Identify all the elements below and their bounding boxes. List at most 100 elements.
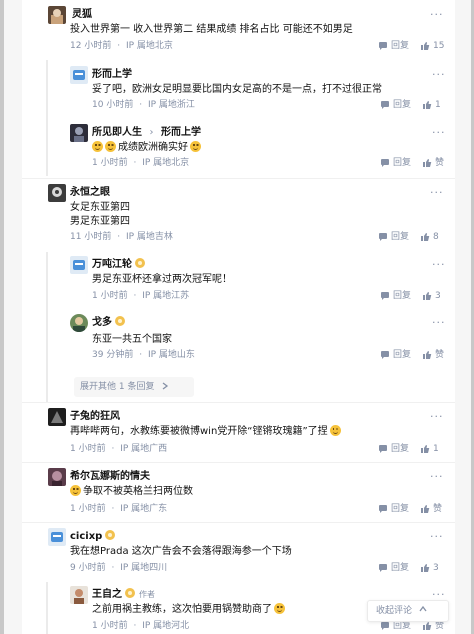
- comment-author-line: 万吨江轮: [92, 258, 145, 272]
- meta-separator: ·: [139, 350, 143, 360]
- more-options-icon[interactable]: ···: [430, 411, 444, 422]
- thumbs-up-icon: [421, 564, 430, 572]
- comment-author[interactable]: 子兔的狂风: [70, 410, 120, 424]
- like-button[interactable]: 15: [420, 40, 444, 52]
- reply-button[interactable]: 回复: [380, 349, 411, 361]
- reply-to-author[interactable]: 形而上学: [161, 127, 201, 138]
- reply-thread: 形而上学 ··· 妥了吧，欧洲女足明显要比国内女足高的不是一点，打不过很正常 1…: [46, 60, 455, 176]
- comment-text-line: 争取不被英格兰扫两位数: [70, 484, 193, 499]
- reply-label: 回复: [393, 350, 412, 360]
- comment-author-line: 所见即人生 › 形而上学: [92, 126, 201, 140]
- like-count: 8: [433, 232, 439, 242]
- comment-text-line: 成绩欧洲确实好: [92, 140, 203, 155]
- more-options-icon[interactable]: ···: [432, 589, 446, 600]
- like-button[interactable]: 1: [420, 443, 439, 455]
- like-button[interactable]: 赞: [422, 157, 444, 169]
- comment-time: 1 小时前: [92, 291, 128, 301]
- comment-author[interactable]: 灵狐: [72, 8, 92, 22]
- comment-author[interactable]: 戈多: [92, 317, 112, 328]
- collapse-comments-button[interactable]: 收起评论: [367, 600, 449, 622]
- more-options-icon[interactable]: ···: [432, 259, 446, 270]
- like-button[interactable]: 赞: [420, 503, 442, 515]
- comment-text: 男足东亚第四: [70, 216, 130, 227]
- expand-replies-label: 展开其他 1 条回复: [80, 382, 155, 392]
- comment-ip: IP 属地广东: [120, 504, 168, 514]
- reply-button[interactable]: 回复: [380, 290, 411, 302]
- avatar[interactable]: [48, 468, 66, 486]
- more-options-icon[interactable]: ···: [432, 317, 446, 328]
- reply-button[interactable]: 回复: [378, 562, 409, 574]
- expand-replies-button[interactable]: 展开其他 1 条回复: [74, 377, 194, 397]
- comment-author[interactable]: 王自之: [92, 589, 122, 600]
- more-options-icon[interactable]: ···: [430, 9, 444, 20]
- page-gutter-left: [4, 0, 22, 634]
- reply-button[interactable]: 回复: [380, 157, 411, 169]
- like-button[interactable]: 3: [420, 562, 439, 574]
- comment-ip: IP 属地浙江: [147, 100, 195, 110]
- thumbs-up-icon: [421, 445, 430, 453]
- comment-author[interactable]: 希尔瓦娜斯的情夫: [70, 470, 150, 484]
- comment-meta: 1 小时前 · IP 属地广东: [70, 503, 167, 515]
- comment-text: 女足东亚第四: [70, 202, 130, 213]
- more-options-icon[interactable]: ···: [430, 531, 444, 542]
- divider: [22, 522, 455, 523]
- comment-author[interactable]: 形而上学: [92, 68, 132, 82]
- avatar[interactable]: [70, 586, 88, 604]
- comment-author[interactable]: 所见即人生: [92, 127, 142, 138]
- laugh-emoji-icon: [70, 485, 81, 496]
- like-button[interactable]: 8: [420, 231, 439, 243]
- comment-ip: IP 属地山东: [147, 350, 195, 360]
- reply-button[interactable]: 回复: [378, 443, 409, 455]
- comment-text: 成绩欧洲确实好: [118, 142, 188, 153]
- like-count: 赞: [433, 504, 443, 514]
- comment-author[interactable]: 万吨江轮: [92, 259, 132, 270]
- comment-author-line: 戈多: [92, 316, 125, 330]
- avatar[interactable]: [48, 184, 66, 202]
- more-options-icon[interactable]: ···: [432, 69, 446, 80]
- like-button[interactable]: 1: [422, 99, 441, 111]
- avatar[interactable]: [70, 66, 88, 84]
- avatar[interactable]: [48, 408, 66, 426]
- reply-label: 回复: [391, 232, 410, 242]
- like-button[interactable]: 3: [422, 290, 441, 302]
- reply-label: 回复: [393, 158, 412, 168]
- like-button[interactable]: 赞: [422, 349, 444, 361]
- chevron-up-icon: [419, 605, 427, 612]
- more-options-icon[interactable]: ···: [430, 471, 444, 482]
- grin-emoji-icon: [105, 141, 116, 152]
- avatar[interactable]: [70, 314, 88, 332]
- comment-ip: IP 属地广西: [120, 444, 168, 454]
- comment-ip: IP 属地吉林: [125, 232, 173, 242]
- reply-bubble-icon: [381, 101, 389, 109]
- more-options-icon[interactable]: ···: [430, 187, 444, 198]
- collapse-comments-label: 收起评论: [376, 606, 413, 616]
- thumbs-up-icon: [423, 101, 432, 109]
- reply-button[interactable]: 回复: [378, 231, 409, 243]
- comment-time: 1 小时前: [92, 158, 128, 168]
- member-badge-icon: [105, 530, 116, 540]
- comment-text: 争取不被英格兰扫两位数: [83, 486, 193, 497]
- like-count: 赞: [435, 350, 445, 360]
- comment-author-line: 王自之 作者: [92, 588, 155, 602]
- comment-author[interactable]: cicixp: [70, 531, 102, 542]
- reply-button[interactable]: 回复: [378, 503, 409, 515]
- more-options-icon[interactable]: ···: [432, 127, 446, 138]
- reply-bubble-icon: [381, 292, 389, 300]
- reply-button[interactable]: 回复: [380, 99, 411, 111]
- meta-separator: ·: [133, 621, 137, 631]
- like-count: 3: [435, 291, 441, 301]
- comment-author[interactable]: 永恒之眼: [70, 186, 110, 200]
- reply-button[interactable]: 回复: [378, 40, 409, 52]
- comment-meta: 1 小时前 · IP 属地河北: [92, 620, 189, 632]
- comment-ip: IP 属地北京: [142, 158, 190, 168]
- comment-item: 子兔的狂风 ··· 再哔哔两句，水教练要被微博win党开除“铿锵玫瑰籍”了捏 1…: [22, 404, 455, 464]
- comment-time: 11 小时前: [70, 232, 112, 242]
- reply-bubble-icon: [379, 564, 387, 572]
- avatar[interactable]: [48, 6, 66, 24]
- meta-separator: ·: [117, 41, 121, 51]
- comment-panel: 灵狐 ··· 投入世界第一 收入世界第二 结果成绩 排名占比 可能还不如男足 1…: [0, 0, 474, 634]
- comment-time: 1 小时前: [70, 504, 106, 514]
- avatar[interactable]: [70, 256, 88, 274]
- avatar[interactable]: [70, 124, 88, 142]
- avatar[interactable]: [48, 528, 66, 546]
